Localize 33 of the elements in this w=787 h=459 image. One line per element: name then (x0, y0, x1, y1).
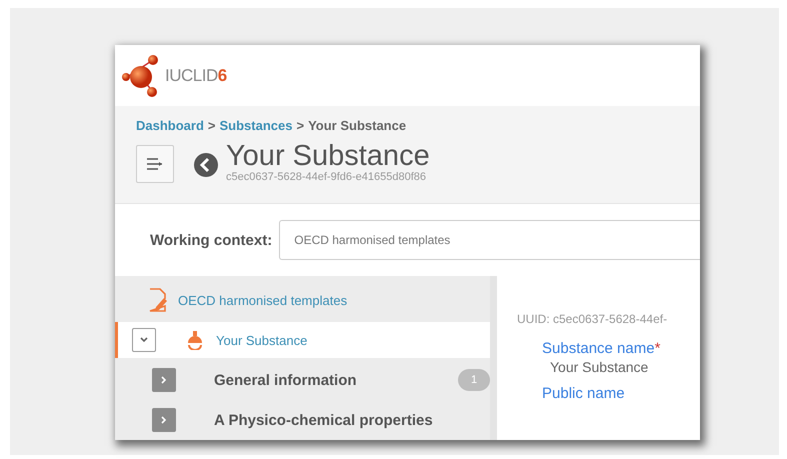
expand-toggle[interactable] (132, 328, 156, 352)
count-badge: 1 (458, 369, 490, 392)
field-label: Public name (542, 385, 626, 402)
tree-item[interactable]: OECD harmonised templates (115, 280, 490, 320)
breadcrumb-separator: > (208, 118, 216, 134)
flask-icon (186, 330, 204, 350)
breadcrumb-link[interactable]: Dashboard (136, 118, 204, 134)
tree-item[interactable]: Your Substance (115, 322, 490, 358)
page-title: Your Substance (226, 141, 430, 172)
tree-item-label: OECD harmonised templates (178, 292, 348, 308)
tree-item-label: A Physico-chemical properties (214, 412, 434, 429)
breadcrumb-link[interactable]: Substances (220, 118, 292, 134)
chevron-right-icon (159, 375, 169, 386)
expand-toggle[interactable] (152, 368, 176, 392)
tree-item[interactable]: A Physico-chemical properties (115, 400, 490, 440)
breadcrumb-current: Your Substance (308, 118, 406, 134)
page-subtitle: c5ec0637-5628-44ef-9fd6-e41655d80f86 (226, 171, 427, 184)
tree-item-label: Your Substance (216, 332, 308, 348)
tree-item-label: General information (214, 372, 358, 389)
working-context-field[interactable]: OECD harmonised templates (279, 220, 700, 260)
breadcrumb-separator: > (296, 118, 304, 134)
menu-icon (146, 157, 164, 172)
back-icon[interactable] (194, 153, 218, 178)
document-edit-icon (148, 288, 168, 312)
chevron-right-icon (159, 415, 169, 426)
expand-toggle[interactable] (152, 408, 176, 432)
tree-item[interactable]: General information 1 (115, 360, 490, 400)
field-value: Your Substance (550, 359, 650, 376)
app-logo-text: IUCLID6 (165, 66, 227, 86)
field-label: Substance name* (542, 340, 662, 358)
menu-button[interactable] (136, 145, 174, 184)
working-context-label: Working context: (150, 232, 272, 249)
uuid-text: UUID: c5ec0637-5628-44ef- (517, 312, 668, 326)
